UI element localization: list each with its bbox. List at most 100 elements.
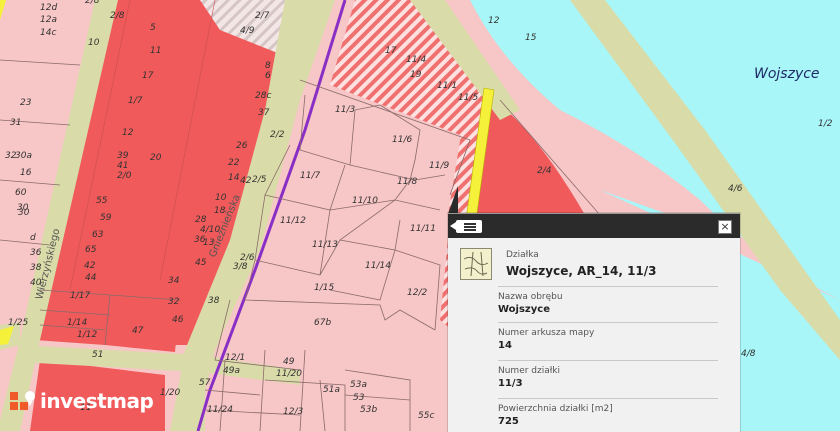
parcel-label: 49 [283, 357, 295, 367]
parcel-label: 12 [488, 16, 500, 26]
parcel-label: 20 [150, 153, 162, 163]
logo-text: investmap [40, 389, 154, 413]
parcel-label: 53a [350, 380, 367, 390]
parcel-label: 26 [236, 141, 248, 151]
parcel-map-icon [460, 248, 492, 280]
parcel-label: 11/20 [276, 369, 302, 379]
popup-title: Wojszyce, AR_14, 11/3 [506, 264, 657, 278]
parcel-label: 1/2 [818, 119, 833, 129]
parcel-label: 65 [85, 245, 97, 255]
field-numer-dzialki: Numer działki 11/3 [498, 360, 718, 389]
parcel-label: 12/2 [407, 288, 427, 298]
parcel-info-popup: × Działka Wojszyce, AR_14, 11/3 Nazwa ob… [448, 213, 740, 432]
parcel-label: 51 [92, 350, 103, 360]
parcel-label: 32 [5, 151, 17, 161]
parcel-label: 11/13 [312, 240, 338, 250]
parcel-label: 11/5 [458, 93, 478, 103]
parcel-label: 15 [525, 33, 537, 43]
parcel-label: 55 [96, 196, 108, 206]
parcel-label: 11/10 [352, 196, 378, 206]
popup-type-label: Działka [506, 250, 539, 260]
parcel-label: 28c [255, 91, 271, 101]
parcel-label: 19 [410, 70, 422, 80]
parcel-label: 10 [88, 38, 100, 48]
parcel-label: 4/6 [728, 184, 743, 194]
parcel-label: 51a [323, 385, 340, 395]
parcel-label: 46 [172, 315, 184, 325]
parcel-label: 53 [353, 393, 365, 403]
parcel-label: 39 [117, 151, 129, 161]
parcel-label: 22 [228, 158, 240, 168]
parcel-label: 32 [168, 297, 180, 307]
parcel-label: 59 [100, 213, 112, 223]
parcel-label: 12/1 [225, 353, 245, 363]
parcel-label: 2/2 [270, 130, 285, 140]
menu-icon[interactable] [450, 220, 482, 233]
parcel-label: 2/8 [110, 11, 125, 21]
parcel-label: 14c [40, 28, 56, 38]
field-label: Numer arkusza mapy [498, 328, 595, 338]
parcel-label: d [30, 233, 36, 243]
parcel-label: 42 [240, 176, 252, 186]
parcel-label: 60 [15, 188, 27, 198]
parcel-label: 30 [18, 208, 30, 218]
field-value: 11/3 [498, 378, 523, 389]
parcel-label: 42 [84, 261, 96, 271]
parcel-label: 11/9 [429, 161, 449, 171]
parcel-label: 11 [150, 46, 161, 56]
parcel-label: 1/12 [77, 330, 97, 340]
place-label-wojszyce: Wojszyce [754, 66, 820, 82]
parcel-label: 12/3 [283, 407, 303, 417]
parcel-label: 1/7 [128, 96, 143, 106]
parcel-label: 11/8 [397, 177, 417, 187]
parcel-label: 36 [194, 235, 206, 245]
parcel-label: 4/9 [240, 26, 255, 36]
close-button[interactable]: × [718, 220, 732, 234]
parcel-label: 2/8 [85, 0, 100, 6]
parcel-label: 11/1 [437, 81, 457, 91]
parcel-label: 11/7 [300, 171, 320, 181]
parcel-label: 11/4 [406, 55, 426, 65]
parcel-label: 49a [223, 366, 240, 376]
parcel-label: 8 [265, 61, 271, 71]
popup-pointer [448, 186, 458, 214]
parcel-label: 1/25 [8, 318, 28, 328]
parcel-label: 67b [314, 318, 331, 328]
parcel-label: 5 [150, 23, 156, 33]
field-arkusz: Numer arkusza mapy 14 [498, 322, 718, 351]
field-powierzchnia: Powierzchnia działki [m2] 725 [498, 398, 718, 427]
parcel-label: 28 [195, 215, 207, 225]
parcel-label: 10 [215, 193, 227, 203]
field-label: Powierzchnia działki [m2] [498, 404, 613, 414]
parcel-label: 12 [122, 128, 134, 138]
parcel-label: 55c [418, 411, 434, 421]
field-value: Wojszyce [498, 304, 550, 315]
parcel-label: 11/6 [392, 135, 412, 145]
parcel-label: 63 [92, 230, 104, 240]
field-label: Numer działki [498, 366, 561, 376]
field-label: Nazwa obrębu [498, 292, 563, 302]
parcel-label: 1/20 [160, 388, 180, 398]
parcel-label: 23 [20, 98, 32, 108]
field-value: 725 [498, 416, 519, 427]
parcel-label: 1/14 [67, 318, 87, 328]
parcel-label: 17 [142, 71, 154, 81]
parcel-label: 31 [10, 118, 21, 128]
parcel-label: 30a [15, 151, 32, 161]
parcel-label: 1/17 [70, 291, 90, 301]
parcel-label: 12a [40, 15, 57, 25]
parcel-label: 12d [40, 3, 57, 13]
popup-toolbar: × [448, 214, 740, 238]
parcel-label: 16 [20, 168, 32, 178]
parcel-label: 11/24 [207, 405, 233, 415]
parcel-label: 11/12 [280, 216, 306, 226]
parcel-label: 36 [30, 248, 42, 258]
parcel-label: 2/4 [537, 166, 552, 176]
parcel-label: 2/0 [117, 171, 132, 181]
parcel-label: 45 [195, 258, 207, 268]
field-obreb: Nazwa obrębu Wojszyce [498, 286, 718, 315]
parcel-label: 4/8 [741, 349, 756, 359]
parcel-label: 47 [132, 326, 144, 336]
parcel-label: 11/11 [410, 224, 436, 234]
parcel-label: 17 [385, 46, 397, 56]
